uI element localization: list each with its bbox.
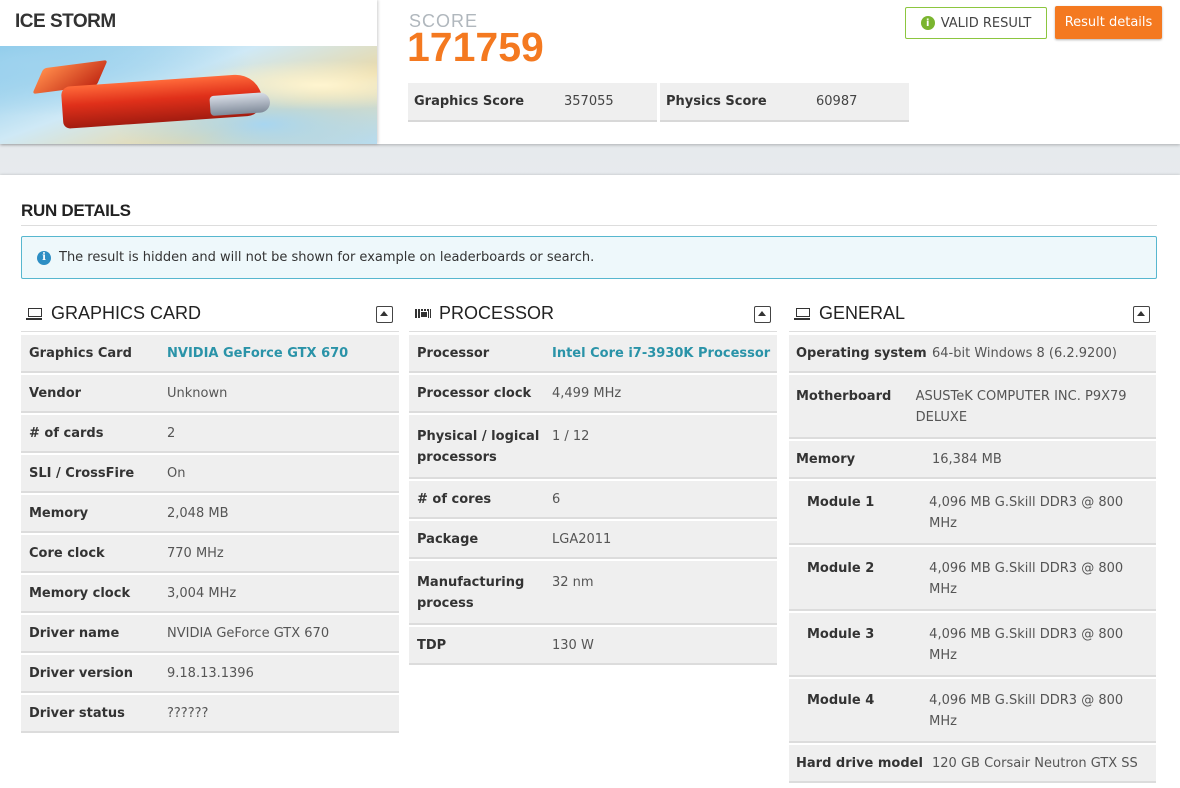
table-row: Core clock 770 MHz [21, 535, 399, 573]
processor-header: PROCESSOR [409, 296, 777, 332]
test-name: ICE STORM [15, 11, 116, 32]
test-banner-image [0, 46, 377, 144]
graphics-card-link[interactable]: NVIDIA GeForce GTX 670 [167, 343, 354, 364]
table-row: Motherboard ASUSTeK COMPUTER INC. P9X79 D… [789, 375, 1156, 439]
graphics-score-value: 357055 [564, 94, 614, 109]
table-row: Vendor Unknown [21, 375, 399, 413]
hidden-result-notice: i The result is hidden and will not be s… [21, 236, 1157, 279]
processor-panel: PROCESSOR Processor Intel Core i7-3930K P… [409, 296, 777, 667]
result-details-button[interactable]: Result details [1055, 6, 1162, 39]
graphics-card-panel: GRAPHICS CARD Graphics Card NVIDIA GeForc… [21, 296, 399, 735]
monitor-icon [26, 307, 43, 320]
general-header: GENERAL [789, 296, 1156, 332]
processor-link[interactable]: Intel Core i7-3930K Processor [552, 343, 776, 364]
physics-score-value: 60987 [816, 94, 858, 109]
subscores: Graphics Score 357055 Physics Score 6098… [408, 83, 909, 122]
table-row: Driver status?????? [21, 695, 399, 733]
result-header: ICE STORM SCORE 171759 Graphics Score 35… [0, 0, 1180, 144]
test-banner: ICE STORM [0, 0, 377, 144]
ship-nose-graphic [209, 91, 271, 117]
processor-rows: Processor Intel Core i7-3930K Processor P… [409, 335, 777, 665]
collapse-graphics-button[interactable] [376, 306, 393, 323]
table-row: # of cards 2 [21, 415, 399, 453]
graphics-card-rows: Graphics Card NVIDIA GeForce GTX 670 Vend… [21, 335, 399, 733]
laptop-icon [794, 307, 811, 320]
graphics-score: Graphics Score 357055 [408, 83, 657, 122]
collapse-general-button[interactable] [1133, 306, 1150, 323]
table-row: Hard drive model 120 GB Corsair Neutron G… [789, 745, 1156, 783]
score-value: 171759 [407, 24, 544, 70]
graphics-card-title: GRAPHICS CARD [51, 303, 202, 323]
physics-score-label: Physics Score [666, 94, 767, 109]
table-row: Memory 2,048 MB [21, 495, 399, 533]
table-row: Physical / logical processors 1 / 12 [409, 415, 777, 479]
run-details: RUN DETAILS i The result is hidden and w… [0, 175, 1180, 788]
table-row: Memory clock 3,004 MHz [21, 575, 399, 613]
table-row: Operating system 64-bit Windows 8 (6.2.92… [789, 335, 1156, 373]
general-panel: GENERAL Operating system 64-bit Windows 8… [789, 296, 1156, 785]
divider [21, 225, 1157, 226]
graphics-score-label: Graphics Score [414, 94, 525, 109]
graphics-card-header: GRAPHICS CARD [21, 296, 399, 332]
collapse-processor-button[interactable] [754, 306, 771, 323]
run-details-title: RUN DETAILS [21, 201, 131, 220]
physics-score: Physics Score 60987 [660, 83, 909, 122]
table-row: Module 4 4,096 MB G.Skill DDR3 @ 800 MHz [789, 679, 1156, 743]
table-row: TDP 130 W [409, 627, 777, 665]
table-row: Module 2 4,096 MB G.Skill DDR3 @ 800 MHz [789, 547, 1156, 611]
valid-result-label: VALID RESULT [940, 15, 1032, 31]
table-row: Package LGA2011 [409, 521, 777, 559]
processor-title: PROCESSOR [439, 303, 555, 323]
table-row: SLI / CrossFire On [21, 455, 399, 493]
table-row: Graphics Card NVIDIA GeForce GTX 670 [21, 335, 399, 373]
table-row: Processor Intel Core i7-3930K Processor [409, 335, 777, 373]
table-row: Module 3 4,096 MB G.Skill DDR3 @ 800 MHz [789, 613, 1156, 677]
info-icon: i [37, 250, 51, 265]
cpu-icon [415, 308, 431, 320]
notice-text: The result is hidden and will not be sho… [59, 250, 595, 265]
table-row: Driver version 9.18.13.1396 [21, 655, 399, 693]
general-rows: Operating system 64-bit Windows 8 (6.2.92… [789, 335, 1156, 783]
table-row: Driver name NVIDIA GeForce GTX 670 [21, 615, 399, 653]
general-title: GENERAL [819, 303, 906, 323]
valid-result-button[interactable]: i VALID RESULT [905, 7, 1047, 39]
table-row: Module 1 4,096 MB G.Skill DDR3 @ 800 MHz [789, 481, 1156, 545]
table-row: Processor clock 4,499 MHz [409, 375, 777, 413]
table-row: Manufacturing process 32 nm [409, 561, 777, 625]
table-row: Memory 16,384 MB [789, 441, 1156, 479]
valid-check-icon: i [920, 16, 935, 30]
table-row: # of cores 6 [409, 481, 777, 519]
